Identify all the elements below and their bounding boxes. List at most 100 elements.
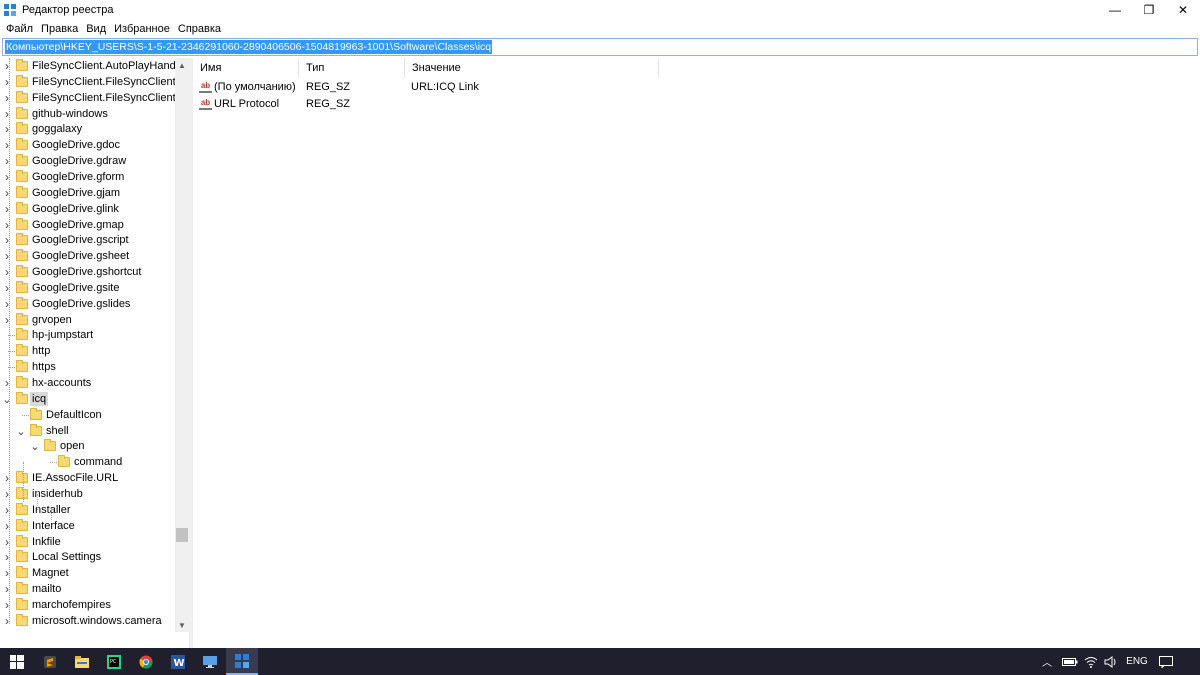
chevron-down-icon[interactable]: ⌄ [16, 423, 26, 439]
address-path[interactable]: Компьютер\HKEY_USERS\S-1-5-21-2346291060… [5, 40, 493, 54]
tree-item[interactable]: › GoogleDrive.gform [0, 169, 175, 185]
tree-item[interactable]: › Local Settings [0, 549, 175, 565]
tree-item[interactable]: › GoogleDrive.gslides [0, 296, 175, 312]
key-tree-pane[interactable]: › FileSyncClient.AutoPlayHandle › FileSyncC… [0, 58, 189, 632]
chevron-right-icon[interactable]: › [2, 90, 12, 106]
tree-item[interactable]: ⌄ shell [0, 423, 175, 439]
taskbar-sublime[interactable] [34, 648, 66, 675]
values-list-pane[interactable]: Имя Тип Значение ab (По умолчанию) REG_S… [193, 58, 1200, 648]
chevron-right-icon[interactable]: › [2, 201, 12, 217]
tree-item[interactable]: ⌄ open [0, 438, 175, 454]
chevron-right-icon[interactable]: › [2, 280, 12, 296]
tray-battery[interactable] [1060, 648, 1080, 675]
tree-item[interactable]: › hx-accounts [0, 375, 175, 391]
chevron-right-icon[interactable]: › [2, 518, 12, 534]
chevron-right-icon[interactable]: › [2, 549, 12, 565]
taskbar-explorer[interactable] [66, 648, 98, 675]
tree-item[interactable]: › FileSyncClient.FileSyncClient.1 [0, 90, 185, 106]
tree-item[interactable]: › Installer [0, 502, 175, 518]
tree-item[interactable]: › GoogleDrive.gdraw [0, 153, 175, 169]
chevron-right-icon[interactable]: › [2, 486, 12, 502]
menu-favorites[interactable]: Избранное [112, 23, 176, 35]
tree-item[interactable]: ⌄ icq [0, 391, 175, 407]
tree-item[interactable]: › GoogleDrive.gdoc [0, 137, 175, 153]
tree-vertical-scrollbar[interactable]: ▲ ▼ [175, 58, 189, 632]
tray-language[interactable]: ENG [1124, 648, 1150, 675]
scroll-thumb[interactable] [176, 528, 188, 542]
taskbar-pycharm[interactable]: PC [98, 648, 130, 675]
tree-item[interactable]: › Magnet [0, 565, 175, 581]
column-value[interactable]: Значение [405, 58, 659, 78]
tree-item[interactable]: command [0, 454, 175, 470]
tree-item[interactable]: › grvopen [0, 312, 175, 328]
chevron-right-icon[interactable]: › [2, 470, 12, 486]
tree-item[interactable]: › GoogleDrive.gmap [0, 217, 175, 233]
taskbar-regedit[interactable] [226, 648, 258, 675]
restore-button[interactable]: ❐ [1132, 0, 1166, 20]
tree-item[interactable]: › GoogleDrive.gshortcut [0, 264, 175, 280]
tree-item[interactable]: DefaultIcon [0, 407, 175, 423]
tree-item[interactable]: › GoogleDrive.glink [0, 201, 175, 217]
tree-item[interactable]: › GoogleDrive.gjam [0, 185, 175, 201]
chevron-right-icon[interactable]: › [2, 248, 12, 264]
tree-item[interactable]: › Inkfile [0, 534, 175, 550]
scroll-down-icon[interactable]: ▼ [175, 618, 189, 632]
column-name[interactable]: Имя [193, 58, 299, 78]
tree-item[interactable]: › microsoft.windows.camera [0, 613, 175, 629]
chevron-right-icon[interactable]: › [2, 597, 12, 613]
chevron-right-icon[interactable]: › [2, 613, 12, 629]
tree-item[interactable]: › FileSyncClient.AutoPlayHandle [0, 58, 184, 74]
chevron-right-icon[interactable]: › [2, 534, 12, 550]
tree-item[interactable]: › github-windows [0, 106, 175, 122]
chevron-right-icon[interactable]: › [2, 502, 12, 518]
tray-volume[interactable] [1102, 648, 1120, 675]
tree-item[interactable]: › marchofempires [0, 597, 175, 613]
chevron-right-icon[interactable]: › [2, 296, 12, 312]
chevron-right-icon[interactable]: › [2, 217, 12, 233]
tree-item[interactable]: http [0, 343, 175, 359]
tree-item[interactable]: › mailto [0, 581, 175, 597]
chevron-right-icon[interactable]: › [2, 264, 12, 280]
column-type[interactable]: Тип [299, 58, 405, 78]
taskbar-word[interactable]: W [162, 648, 194, 675]
chevron-right-icon[interactable]: › [2, 137, 12, 153]
tree-item[interactable]: › GoogleDrive.gsheet [0, 248, 175, 264]
tree-item[interactable]: › IE.AssocFile.URL [0, 470, 175, 486]
tree-item[interactable]: › FileSyncClient.FileSyncClient [0, 74, 176, 90]
tree-item[interactable]: › goggalaxy [0, 121, 175, 137]
chevron-down-icon[interactable]: ⌄ [30, 438, 40, 454]
value-row[interactable]: ab URL Protocol REG_SZ [193, 96, 659, 113]
chevron-right-icon[interactable]: › [2, 106, 12, 122]
chevron-right-icon[interactable]: › [2, 565, 12, 581]
chevron-right-icon[interactable]: › [2, 169, 12, 185]
tray-notifications[interactable] [1156, 648, 1176, 675]
chevron-right-icon[interactable]: › [2, 581, 12, 597]
close-button[interactable]: ✕ [1166, 0, 1200, 20]
address-bar[interactable]: Компьютер\HKEY_USERS\S-1-5-21-2346291060… [2, 38, 1198, 56]
taskbar-remote-desktop[interactable] [194, 648, 226, 675]
chevron-right-icon[interactable]: › [2, 232, 12, 248]
chevron-right-icon[interactable]: › [2, 58, 12, 74]
tree-item[interactable]: › GoogleDrive.gscript [0, 232, 175, 248]
tree-item[interactable]: › GoogleDrive.gsite [0, 280, 175, 296]
tray-show-hidden[interactable]: ︿ [1038, 648, 1056, 675]
chevron-right-icon[interactable]: › [2, 153, 12, 169]
chevron-right-icon[interactable]: › [2, 74, 12, 90]
tree-item[interactable]: › insiderhub [0, 486, 175, 502]
title-bar[interactable]: Редактор реестра — ❐ ✕ [0, 0, 1200, 20]
chevron-right-icon[interactable]: › [2, 121, 12, 137]
chevron-right-icon[interactable]: › [2, 312, 12, 328]
scroll-up-icon[interactable]: ▲ [175, 58, 189, 72]
chevron-right-icon[interactable]: › [2, 375, 12, 391]
menu-file[interactable]: Файл [4, 23, 39, 35]
minimize-button[interactable]: — [1098, 0, 1132, 20]
menu-edit[interactable]: Правка [39, 23, 84, 35]
menu-view[interactable]: Вид [84, 23, 112, 35]
tree-item[interactable]: hp-jumpstart [0, 327, 175, 343]
menu-help[interactable]: Справка [176, 23, 227, 35]
tree-item[interactable]: https [0, 359, 175, 375]
tray-network[interactable] [1082, 648, 1100, 675]
chevron-down-icon[interactable]: ⌄ [2, 391, 12, 407]
tree-item[interactable]: › Interface [0, 518, 175, 534]
taskbar-chrome[interactable] [130, 648, 162, 675]
